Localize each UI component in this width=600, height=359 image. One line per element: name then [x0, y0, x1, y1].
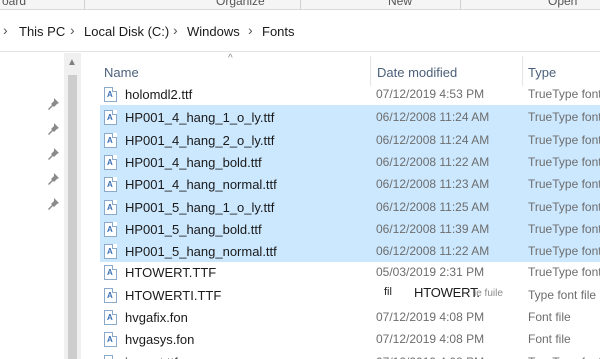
address-bar[interactable]: › This PC › Local Disk (C:) › Windows › …: [0, 12, 600, 52]
file-name: HP001_5_hang_normal.ttf: [125, 244, 277, 260]
drag-ghost: fil HTOWERT. ie fuile: [384, 284, 534, 304]
file-row[interactable]: Aholomdl2.ttf 07/12/2019 4:53 PM TrueType …: [100, 83, 600, 106]
font-file-icon: A: [104, 310, 117, 325]
file-row[interactable]: A HP001_5_hang_1_o_ly.ttf 06/12/2008 11:25…: [100, 194, 600, 218]
breadcrumb-fonts[interactable]: Fonts: [262, 24, 295, 39]
chevron-right-icon[interactable]: ›: [248, 22, 253, 38]
column-header-row: ^ Name Date modified Type: [82, 53, 600, 86]
scrollbar-thumb[interactable]: [68, 75, 77, 359]
file-name: hvgasys.fon: [125, 332, 195, 348]
file-date-modified: 07/12/2019 4:53 PM: [376, 87, 485, 101]
file-row[interactable]: A HP001_4_hang_2_o_ly.ttf 06/12/2008 11:24…: [100, 127, 600, 151]
column-header-date-modified[interactable]: Date modified: [377, 65, 457, 80]
file-row[interactable]: A HTOWERT.TTF 05/03/2019 2:31 PM TrueType f…: [100, 261, 600, 284]
column-header-type[interactable]: Type: [528, 65, 556, 80]
font-file-icon: A: [104, 244, 117, 260]
file-name: HTOWERTI.TTF: [125, 287, 222, 303]
file-type: TrueType font file: [528, 265, 600, 280]
file-name: HP001_4_hang_bold.ttf: [125, 154, 262, 170]
file-date-modified: 06/12/2008 11:22 AM: [376, 154, 490, 169]
file-date-modified: 06/12/2008 11:24 AM: [376, 132, 490, 147]
file-date-modified: 06/12/2008 11:39 AM: [376, 221, 490, 236]
file-name: HP001_4_hang_normal.ttf: [125, 177, 277, 193]
file-name: HTOWERT.TTF: [125, 265, 217, 281]
drag-file-icon: fil: [384, 286, 392, 298]
font-file-icon: A: [104, 154, 117, 170]
file-row[interactable]: Aimpact.ttf 07/12/2019 4:08 PM TrueType fo…: [100, 351, 600, 359]
navigation-scrollbar[interactable]: ▲: [64, 53, 81, 359]
pin-icon[interactable]: [46, 197, 60, 211]
chevron-right-icon[interactable]: ›: [3, 22, 8, 38]
file-row[interactable]: Ahvgafix.fon 07/12/2019 4:08 PM Font file: [100, 306, 600, 329]
file-name: HP001_4_hang_2_o_ly.ttf: [125, 132, 275, 148]
drag-ghost-suffix: ie fuile: [474, 288, 503, 299]
sort-ascending-icon: ^: [228, 53, 233, 64]
file-date-modified: 07/12/2019 4:08 PM: [376, 332, 485, 347]
font-file-icon: A: [104, 177, 117, 193]
file-name: HP001_5_hang_bold.ttf: [125, 221, 262, 237]
file-type: TrueType font file: [528, 110, 600, 125]
file-type: TrueType font file: [528, 132, 600, 147]
pin-icon[interactable]: [46, 122, 60, 136]
file-date-modified: 06/12/2008 11:24 AM: [376, 110, 490, 125]
file-date-modified: 06/12/2008 11:23 AM: [376, 177, 490, 192]
file-row[interactable]: A HP001_5_hang_bold.ttf 06/12/2008 11:39 A…: [100, 216, 600, 240]
file-date-modified: 06/12/2008 11:25 AM: [376, 199, 490, 214]
file-date-modified: 07/12/2019 4:08 PM: [376, 355, 484, 359]
font-file-icon: A: [104, 354, 117, 359]
file-date-modified: 05/03/2019 2:31 PM: [376, 265, 485, 280]
font-file-icon: A: [104, 87, 117, 102]
pin-icon[interactable]: [46, 97, 60, 111]
font-file-icon: A: [104, 287, 117, 303]
file-name: HP001_4_hang_1_o_ly.ttf: [125, 110, 275, 126]
file-type: TrueType font file: [528, 244, 600, 259]
file-type: TrueType font file: [528, 177, 600, 192]
breadcrumb-local-disk[interactable]: Local Disk (C:): [84, 24, 169, 39]
file-name: HP001_5_hang_1_o_ly.ttf: [125, 199, 275, 215]
file-type: TrueType font file: [528, 154, 600, 169]
column-header-name[interactable]: Name: [104, 65, 139, 80]
ribbon-group-new: New: [388, 0, 413, 8]
scroll-up-icon[interactable]: ▲: [67, 57, 77, 68]
pin-icon[interactable]: [46, 147, 60, 161]
file-row[interactable]: A HP001_4_hang_1_o_ly.ttf 06/12/2008 11:24…: [100, 105, 600, 129]
font-file-icon: A: [104, 332, 117, 348]
ribbon-group-organize: Organize: [216, 0, 265, 8]
font-file-icon: A: [104, 199, 117, 215]
breadcrumb-this-pc[interactable]: This PC: [19, 24, 65, 39]
font-file-icon: A: [104, 110, 117, 126]
file-row[interactable]: A HP001_4_hang_bold.ttf 06/12/2008 11:22 A…: [100, 149, 600, 173]
file-date-modified: 07/12/2019 4:08 PM: [376, 310, 485, 324]
ribbon-group-labels: oard Organize New Open: [0, 0, 600, 10]
font-file-icon: A: [104, 221, 117, 237]
file-name: hvgafix.fon: [125, 310, 188, 325]
file-date-modified: 06/12/2008 11:22 AM: [376, 244, 490, 259]
file-row[interactable]: Ahvgasys.fon 07/12/2019 4:08 PM Font file: [100, 328, 600, 351]
pin-icon[interactable]: [46, 172, 60, 186]
file-type: TrueType font file: [528, 221, 600, 236]
chevron-right-icon[interactable]: ›: [70, 22, 75, 38]
navigation-pane[interactable]: [0, 53, 66, 359]
file-type: Type font file: [528, 287, 597, 302]
file-type: Font file: [528, 332, 571, 347]
ribbon-group-clipboard: oard: [2, 0, 27, 8]
chevron-right-icon[interactable]: ›: [173, 22, 178, 38]
file-name: impact.ttf: [125, 355, 178, 359]
file-type: TrueType font file: [528, 199, 600, 214]
file-type: TrueType font file: [528, 87, 600, 101]
file-row[interactable]: A HP001_5_hang_normal.ttf 06/12/2008 11:22…: [100, 239, 600, 263]
file-type: Font file: [528, 310, 571, 324]
file-row[interactable]: A HP001_4_hang_normal.ttf 06/12/2008 11:23…: [100, 172, 600, 196]
file-name: holomdl2.ttf: [125, 87, 193, 102]
file-type: TrueType font file: [528, 355, 600, 359]
ribbon-group-open: Open: [548, 0, 578, 8]
font-file-icon: A: [104, 132, 117, 148]
drag-ghost-label: HTOWERT.: [414, 285, 480, 300]
font-file-icon: A: [104, 265, 117, 281]
breadcrumb-windows[interactable]: Windows: [187, 24, 240, 39]
